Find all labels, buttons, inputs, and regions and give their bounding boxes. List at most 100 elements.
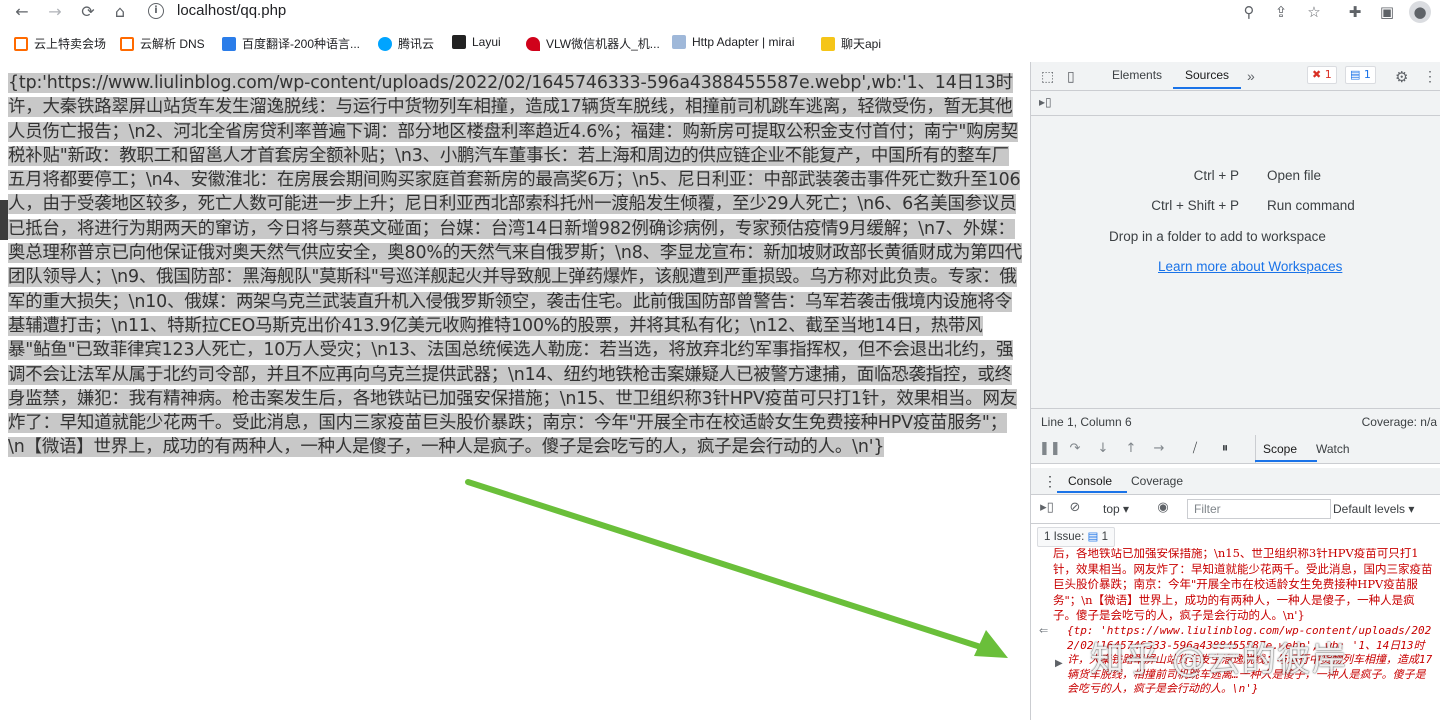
bookmark-label: 云解析 DNS xyxy=(140,37,205,51)
deactivate-breakpoints-icon[interactable]: ⧸ xyxy=(1187,441,1203,457)
clear-console-icon[interactable]: ⊘ xyxy=(1067,500,1083,516)
sidepanel-icon[interactable]: ▣ xyxy=(1376,1,1398,23)
bookmark-label: 腾讯云 xyxy=(398,37,435,51)
active-tab-indicator xyxy=(1057,491,1127,493)
tab-scope[interactable]: Scope xyxy=(1263,442,1297,456)
learn-workspaces-link[interactable]: Learn more about Workspaces xyxy=(1158,259,1342,274)
step-into-icon[interactable]: ↓ xyxy=(1095,441,1111,457)
bookmark-favicon-icon xyxy=(14,37,28,51)
bookmark-favicon-icon xyxy=(526,37,540,51)
bookmark-item[interactable]: 百度翻译-200种语言... xyxy=(222,35,360,53)
address-bar[interactable]: i localhost/qq.php xyxy=(142,0,1222,24)
error-icon: ✖ xyxy=(1312,68,1322,81)
issues-bar: 1 Issue: ▤ 1 xyxy=(1031,524,1440,549)
shortcut-action: Open file xyxy=(1267,168,1322,183)
browser-toolbar: ← → ⟳ ⌂ i localhost/qq.php ⚲ ⇪ ☆ ✚ ▣ ● xyxy=(0,0,1440,26)
drop-folder-text: Drop in a folder to add to workspace xyxy=(1109,229,1326,244)
bookmark-favicon-icon xyxy=(222,37,236,51)
console-sidebar-icon[interactable]: ▸▯ xyxy=(1039,500,1055,516)
bookmark-favicon-icon xyxy=(672,35,686,49)
context-selector[interactable]: top ▾ xyxy=(1103,502,1129,516)
device-toggle-icon[interactable]: ▯ xyxy=(1067,68,1075,85)
issues-button[interactable]: 1 Issue: ▤ 1 xyxy=(1037,527,1115,547)
tab-watch[interactable]: Watch xyxy=(1316,442,1350,456)
message-count: 1 xyxy=(1363,68,1371,81)
bookmark-item[interactable]: Http Adapter | mirai xyxy=(672,35,795,53)
kebab-menu-icon[interactable]: ⋮ xyxy=(1423,68,1437,85)
profile-avatar-icon[interactable]: ● xyxy=(1409,1,1431,23)
tab-elements[interactable]: Elements xyxy=(1112,68,1162,82)
more-tabs-icon[interactable]: » xyxy=(1247,68,1255,84)
debugger-toolbar: ❚❚ ↷ ↓ ↑ → ⧸ ⏸ Scope Watch xyxy=(1031,435,1440,464)
bookmark-label: Layui xyxy=(472,35,501,49)
dropdown-icon: ▾ xyxy=(1408,502,1415,516)
inspect-icon[interactable]: ⬚ xyxy=(1041,68,1054,85)
sources-toolbar: ▸▯ xyxy=(1031,91,1440,116)
step-out-icon[interactable]: ↑ xyxy=(1123,441,1139,457)
settings-gear-icon[interactable]: ⚙ xyxy=(1395,68,1408,86)
devtools-tabbar: ⬚ ▯ Elements Sources » ✖ 1 ▤ 1 ⚙ ⋮ xyxy=(1031,62,1440,91)
reload-icon[interactable]: ⟳ xyxy=(78,1,98,23)
expand-caret-icon[interactable]: ▶ xyxy=(1055,658,1063,669)
sources-empty-pane: Ctrl + P Open file Ctrl + Shift + P Run … xyxy=(1031,116,1440,408)
bookmark-item[interactable]: 云上特卖会场 xyxy=(14,35,106,53)
bookmark-item[interactable]: 聊天api xyxy=(821,35,881,53)
forward-icon[interactable]: → xyxy=(45,1,65,23)
message-badge[interactable]: ▤ 1 xyxy=(1345,66,1376,84)
site-info-icon[interactable]: i xyxy=(148,3,164,19)
context-value: top xyxy=(1103,502,1120,516)
message-icon: ▤ xyxy=(1087,531,1099,543)
error-count: 1 xyxy=(1324,68,1332,81)
home-icon[interactable]: ⌂ xyxy=(110,1,130,23)
bookmarks-bar: 云上特卖会场 云解析 DNS 百度翻译-200种语言... 腾讯云 Layui … xyxy=(0,32,1440,54)
selected-text[interactable]: {tp:'https://www.liulinblog.com/wp-conte… xyxy=(8,73,1022,458)
url-text[interactable]: localhost/qq.php xyxy=(177,2,286,19)
active-tab-indicator xyxy=(1173,87,1241,89)
bookmark-item[interactable]: VLW微信机器人_机... xyxy=(526,35,660,53)
step-icon[interactable]: → xyxy=(1151,441,1167,457)
sources-status-bar: Line 1, Column 6 Coverage: n/a xyxy=(1031,408,1440,436)
bookmark-label: 云上特卖会场 xyxy=(34,37,107,51)
zoom-icon[interactable]: ⚲ xyxy=(1238,1,1260,23)
bookmark-star-icon[interactable]: ☆ xyxy=(1303,1,1325,23)
bookmark-label: 聊天api xyxy=(841,37,882,51)
extensions-icon[interactable]: ✚ xyxy=(1344,1,1366,23)
bookmark-item[interactable]: Layui xyxy=(452,35,501,53)
step-over-icon[interactable]: ↷ xyxy=(1067,441,1083,457)
back-icon[interactable]: ← xyxy=(12,1,32,23)
devtools-panel: ⬚ ▯ Elements Sources » ✖ 1 ▤ 1 ⚙ ⋮ ▸▯ Ct… xyxy=(1030,62,1440,720)
issues-label: 1 Issue: xyxy=(1044,531,1085,543)
drawer-menu-icon[interactable]: ⋮ xyxy=(1043,473,1057,490)
pause-exceptions-icon[interactable]: ⏸ xyxy=(1217,441,1233,457)
pause-icon[interactable]: ❚❚ xyxy=(1039,441,1061,457)
tab-coverage[interactable]: Coverage xyxy=(1131,474,1183,488)
bookmark-item[interactable]: 云解析 DNS xyxy=(120,35,205,53)
live-expression-eye-icon[interactable]: ◉ xyxy=(1155,500,1171,516)
bookmark-favicon-icon xyxy=(120,37,134,51)
folder-icon xyxy=(821,37,835,51)
issues-count: 1 xyxy=(1101,531,1108,543)
side-handle[interactable] xyxy=(0,200,8,240)
shortcut-action: Run command xyxy=(1267,198,1355,213)
tab-console[interactable]: Console xyxy=(1068,474,1112,488)
cursor-position: Line 1, Column 6 xyxy=(1041,415,1132,429)
coverage-status: Coverage: n/a xyxy=(1361,415,1437,429)
bookmark-item[interactable]: 腾讯云 xyxy=(378,35,434,53)
log-levels-dropdown[interactable]: Default levels ▾ xyxy=(1333,502,1414,516)
bookmark-label: 百度翻译-200种语言... xyxy=(242,37,361,51)
console-filter-input[interactable]: Filter xyxy=(1187,499,1331,519)
page-content: {tp:'https://www.liulinblog.com/wp-conte… xyxy=(0,62,1030,720)
json-response-text[interactable]: {tp:'https://www.liulinblog.com/wp-conte… xyxy=(8,71,1023,460)
shortcut-key: Ctrl + Shift + P xyxy=(1151,198,1239,213)
share-icon[interactable]: ⇪ xyxy=(1270,1,1292,23)
bookmark-favicon-icon xyxy=(378,37,392,51)
levels-value: Default levels xyxy=(1333,502,1406,516)
watermark: 知乎 @云的彼岸 xyxy=(1090,640,1347,680)
tab-sources[interactable]: Sources xyxy=(1185,68,1229,82)
active-tab-indicator xyxy=(1255,460,1317,462)
console-log-entry[interactable]: 后，各地铁站已加强安保措施；\n15、世卫组织称3针HPV疫苗可只打1针，效果相… xyxy=(1053,548,1435,624)
error-badge[interactable]: ✖ 1 xyxy=(1307,66,1337,84)
bookmark-favicon-icon xyxy=(452,35,466,49)
dropdown-icon: ▾ xyxy=(1123,502,1130,516)
navigator-toggle-icon[interactable]: ▸▯ xyxy=(1039,95,1052,109)
